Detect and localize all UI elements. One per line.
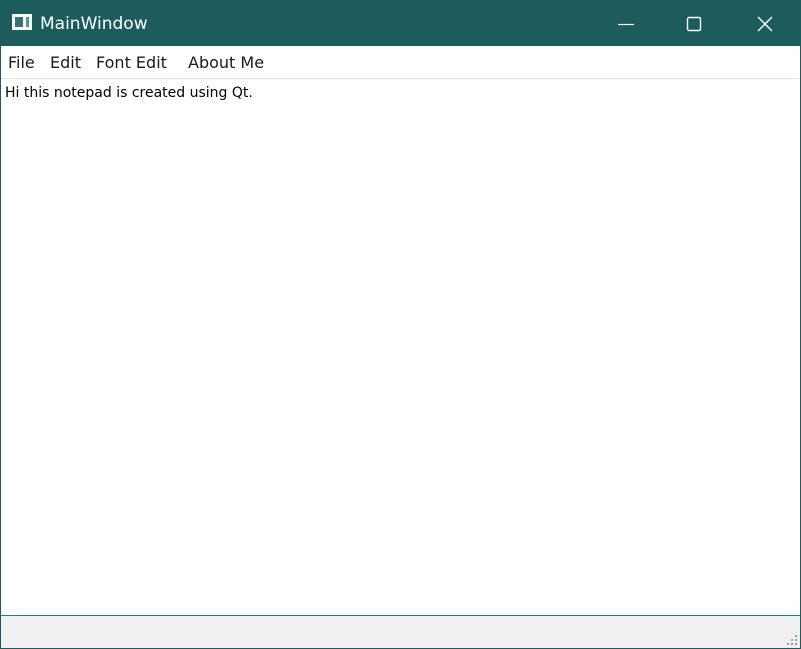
close-button[interactable] <box>730 1 800 46</box>
title-bar[interactable]: MainWindow <box>1 1 800 46</box>
maximize-icon <box>686 16 702 32</box>
close-icon <box>757 16 773 32</box>
main-window: MainWindow File Edit Font Edit About Me … <box>0 0 801 649</box>
menu-file[interactable]: File <box>8 53 35 73</box>
resize-grip-icon[interactable] <box>787 635 797 645</box>
window-title: MainWindow <box>40 14 148 34</box>
text-editor[interactable]: Hi this notepad is created using Qt. <box>1 79 800 616</box>
maximize-button[interactable] <box>659 1 729 46</box>
status-bar <box>1 616 800 648</box>
menu-font-edit[interactable]: Font Edit <box>96 53 167 73</box>
menu-bar: File Edit Font Edit About Me <box>1 46 800 79</box>
menu-edit[interactable]: Edit <box>50 53 81 73</box>
menu-about-me[interactable]: About Me <box>188 53 264 73</box>
editor-content: Hi this notepad is created using Qt. <box>5 85 253 101</box>
minimize-button[interactable] <box>591 1 661 46</box>
app-window-icon <box>12 14 32 30</box>
minimize-icon <box>618 23 634 26</box>
